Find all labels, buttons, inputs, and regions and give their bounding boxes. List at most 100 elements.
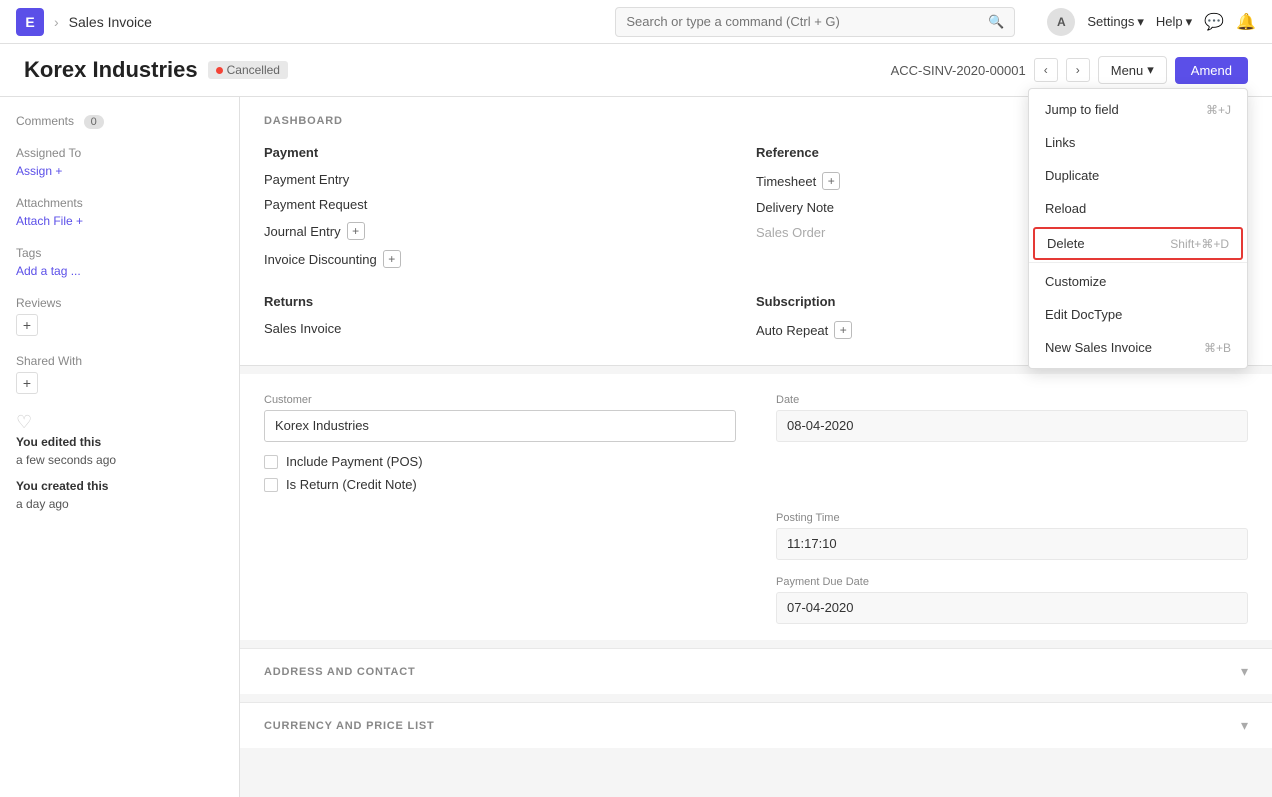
next-doc-button[interactable]: › (1066, 58, 1090, 82)
currency-price-header[interactable]: CURRENCY AND PRICE LIST ▾ (264, 717, 1248, 734)
shared-with-label: Shared With (16, 354, 223, 368)
add-review-button[interactable]: + (16, 314, 38, 336)
activity-2-you: You created this (16, 479, 108, 493)
menu-item-edit-doctype[interactable]: Edit DocType (1029, 298, 1247, 331)
customer-group: Customer Korex Industries (264, 394, 736, 442)
payment-entry-link[interactable]: Payment Entry (264, 172, 349, 187)
sidebar-reviews: Reviews + (16, 296, 223, 336)
menu-item-delete[interactable]: Delete Shift+⌘+D (1033, 227, 1243, 260)
page-title-area: Korex Industries Cancelled (24, 57, 288, 83)
menu-item-label: Links (1045, 135, 1075, 150)
menu-button[interactable]: Menu ▾ (1098, 56, 1167, 84)
attachments-label: Attachments (16, 196, 223, 210)
menu-item-label: Reload (1045, 201, 1086, 216)
sales-order-link: Sales Order (756, 225, 825, 240)
sidebar: Comments 0 Assigned To Assign + Attachme… (0, 97, 240, 797)
search-input[interactable] (626, 14, 982, 29)
list-item: Sales Invoice (264, 321, 756, 336)
sidebar-shared-with: Shared With + (16, 354, 223, 394)
list-item: Payment Entry (264, 172, 756, 187)
sidebar-tags: Tags Add a tag ... (16, 246, 223, 278)
posting-time-value[interactable]: 11:17:10 (776, 528, 1248, 560)
settings-button[interactable]: Settings ▾ (1087, 14, 1144, 30)
menu-item-duplicate[interactable]: Duplicate (1029, 159, 1247, 192)
menu-item-label: Duplicate (1045, 168, 1099, 183)
invoice-discounting-add-button[interactable]: + (383, 250, 401, 268)
attach-file-button[interactable]: Attach File + (16, 214, 223, 228)
prev-doc-button[interactable]: ‹ (1034, 58, 1058, 82)
payment-due-date-group: Payment Due Date 07-04-2020 (776, 576, 1248, 624)
chat-icon[interactable]: 💬 (1204, 12, 1224, 32)
page-actions: ACC-SINV-2020-00001 ‹ › Menu ▾ Amend (891, 56, 1248, 84)
customer-label: Customer (264, 394, 736, 406)
payment-due-date-label: Payment Due Date (776, 576, 1248, 588)
auto-repeat-link[interactable]: Auto Repeat (756, 323, 828, 338)
add-tag-button[interactable]: Add a tag ... (16, 264, 223, 278)
assign-button[interactable]: Assign + (16, 164, 223, 178)
sales-invoice-return-link[interactable]: Sales Invoice (264, 321, 341, 336)
menu-divider (1029, 262, 1247, 263)
returns-column: Returns Sales Invoice (264, 294, 756, 349)
right-form: Posting Time 11:17:10 Payment Due Date 0… (240, 512, 1272, 640)
amend-button[interactable]: Amend (1175, 57, 1248, 84)
timesheet-add-button[interactable]: + (822, 172, 840, 190)
returns-col-title: Returns (264, 294, 756, 309)
notification-icon[interactable]: 🔔 (1236, 12, 1256, 32)
list-item: Invoice Discounting + (264, 250, 756, 268)
add-shared-button[interactable]: + (16, 372, 38, 394)
delivery-note-link[interactable]: Delivery Note (756, 200, 834, 215)
address-contact-header[interactable]: ADDRESS AND CONTACT ▾ (264, 663, 1248, 680)
comments-count: 0 (84, 115, 104, 129)
activity-1-you: You edited this (16, 435, 101, 449)
auto-repeat-add-button[interactable]: + (834, 321, 852, 339)
comments-label: Comments (16, 114, 74, 128)
dashboard-title: DASHBOARD (264, 115, 343, 127)
posting-time-group: Posting Time 11:17:10 (776, 512, 1248, 560)
menu-item-new-sales-invoice[interactable]: New Sales Invoice ⌘+B (1029, 331, 1247, 364)
is-return-row: Is Return (Credit Note) (264, 477, 1248, 492)
app-logo: E (16, 8, 44, 36)
address-contact-toggle[interactable]: ▾ (1241, 663, 1248, 680)
activity-2: You created this a day ago (16, 477, 223, 513)
navbar: E › Sales Invoice 🔍 A Settings ▾ Help ▾ … (0, 0, 1272, 44)
payment-request-link[interactable]: Payment Request (264, 197, 367, 212)
is-return-checkbox[interactable] (264, 478, 278, 492)
status-label: Cancelled (227, 63, 280, 77)
activity-2-time: a day ago (16, 497, 69, 511)
search-icon: 🔍 (988, 14, 1004, 30)
avatar[interactable]: A (1047, 8, 1075, 36)
currency-price-toggle[interactable]: ▾ (1241, 717, 1248, 734)
currency-price-title: CURRENCY AND PRICE LIST (264, 720, 435, 732)
menu-item-jump-to-field[interactable]: Jump to field ⌘+J (1029, 93, 1247, 126)
search-bar[interactable]: 🔍 (615, 7, 1015, 37)
menu-item-shortcut: ⌘+B (1204, 341, 1231, 355)
address-contact-section: ADDRESS AND CONTACT ▾ (240, 648, 1272, 694)
payment-due-date-value[interactable]: 07-04-2020 (776, 592, 1248, 624)
menu-item-reload[interactable]: Reload (1029, 192, 1247, 225)
breadcrumb-sep: › (54, 14, 59, 30)
customer-value[interactable]: Korex Industries (264, 410, 736, 442)
include-payment-checkbox[interactable] (264, 455, 278, 469)
tags-label: Tags (16, 246, 223, 260)
payment-column: Payment Payment Entry Payment Request Jo… (264, 145, 756, 278)
list-item: Journal Entry + (264, 222, 756, 240)
menu-item-links[interactable]: Links (1029, 126, 1247, 159)
menu-item-label: New Sales Invoice (1045, 340, 1152, 355)
journal-entry-link[interactable]: Journal Entry (264, 224, 341, 239)
invoice-discounting-link[interactable]: Invoice Discounting (264, 252, 377, 267)
checkboxes: Include Payment (POS) Is Return (Credit … (264, 454, 1248, 492)
like-button[interactable]: ♡ (16, 412, 223, 433)
breadcrumb-label: Sales Invoice (69, 14, 152, 30)
help-button[interactable]: Help ▾ (1156, 14, 1192, 30)
menu-item-label: Edit DocType (1045, 307, 1122, 322)
activity-1: You edited this a few seconds ago (16, 433, 223, 469)
timesheet-link[interactable]: Timesheet (756, 174, 816, 189)
include-payment-label: Include Payment (POS) (286, 454, 423, 469)
menu-item-shortcut: Shift+⌘+D (1170, 237, 1229, 251)
doc-id: ACC-SINV-2020-00001 (891, 63, 1026, 78)
date-value[interactable]: 08-04-2020 (776, 410, 1248, 442)
status-badge: Cancelled (208, 61, 288, 79)
journal-entry-add-button[interactable]: + (347, 222, 365, 240)
menu-item-customize[interactable]: Customize (1029, 265, 1247, 298)
currency-price-section: CURRENCY AND PRICE LIST ▾ (240, 702, 1272, 748)
